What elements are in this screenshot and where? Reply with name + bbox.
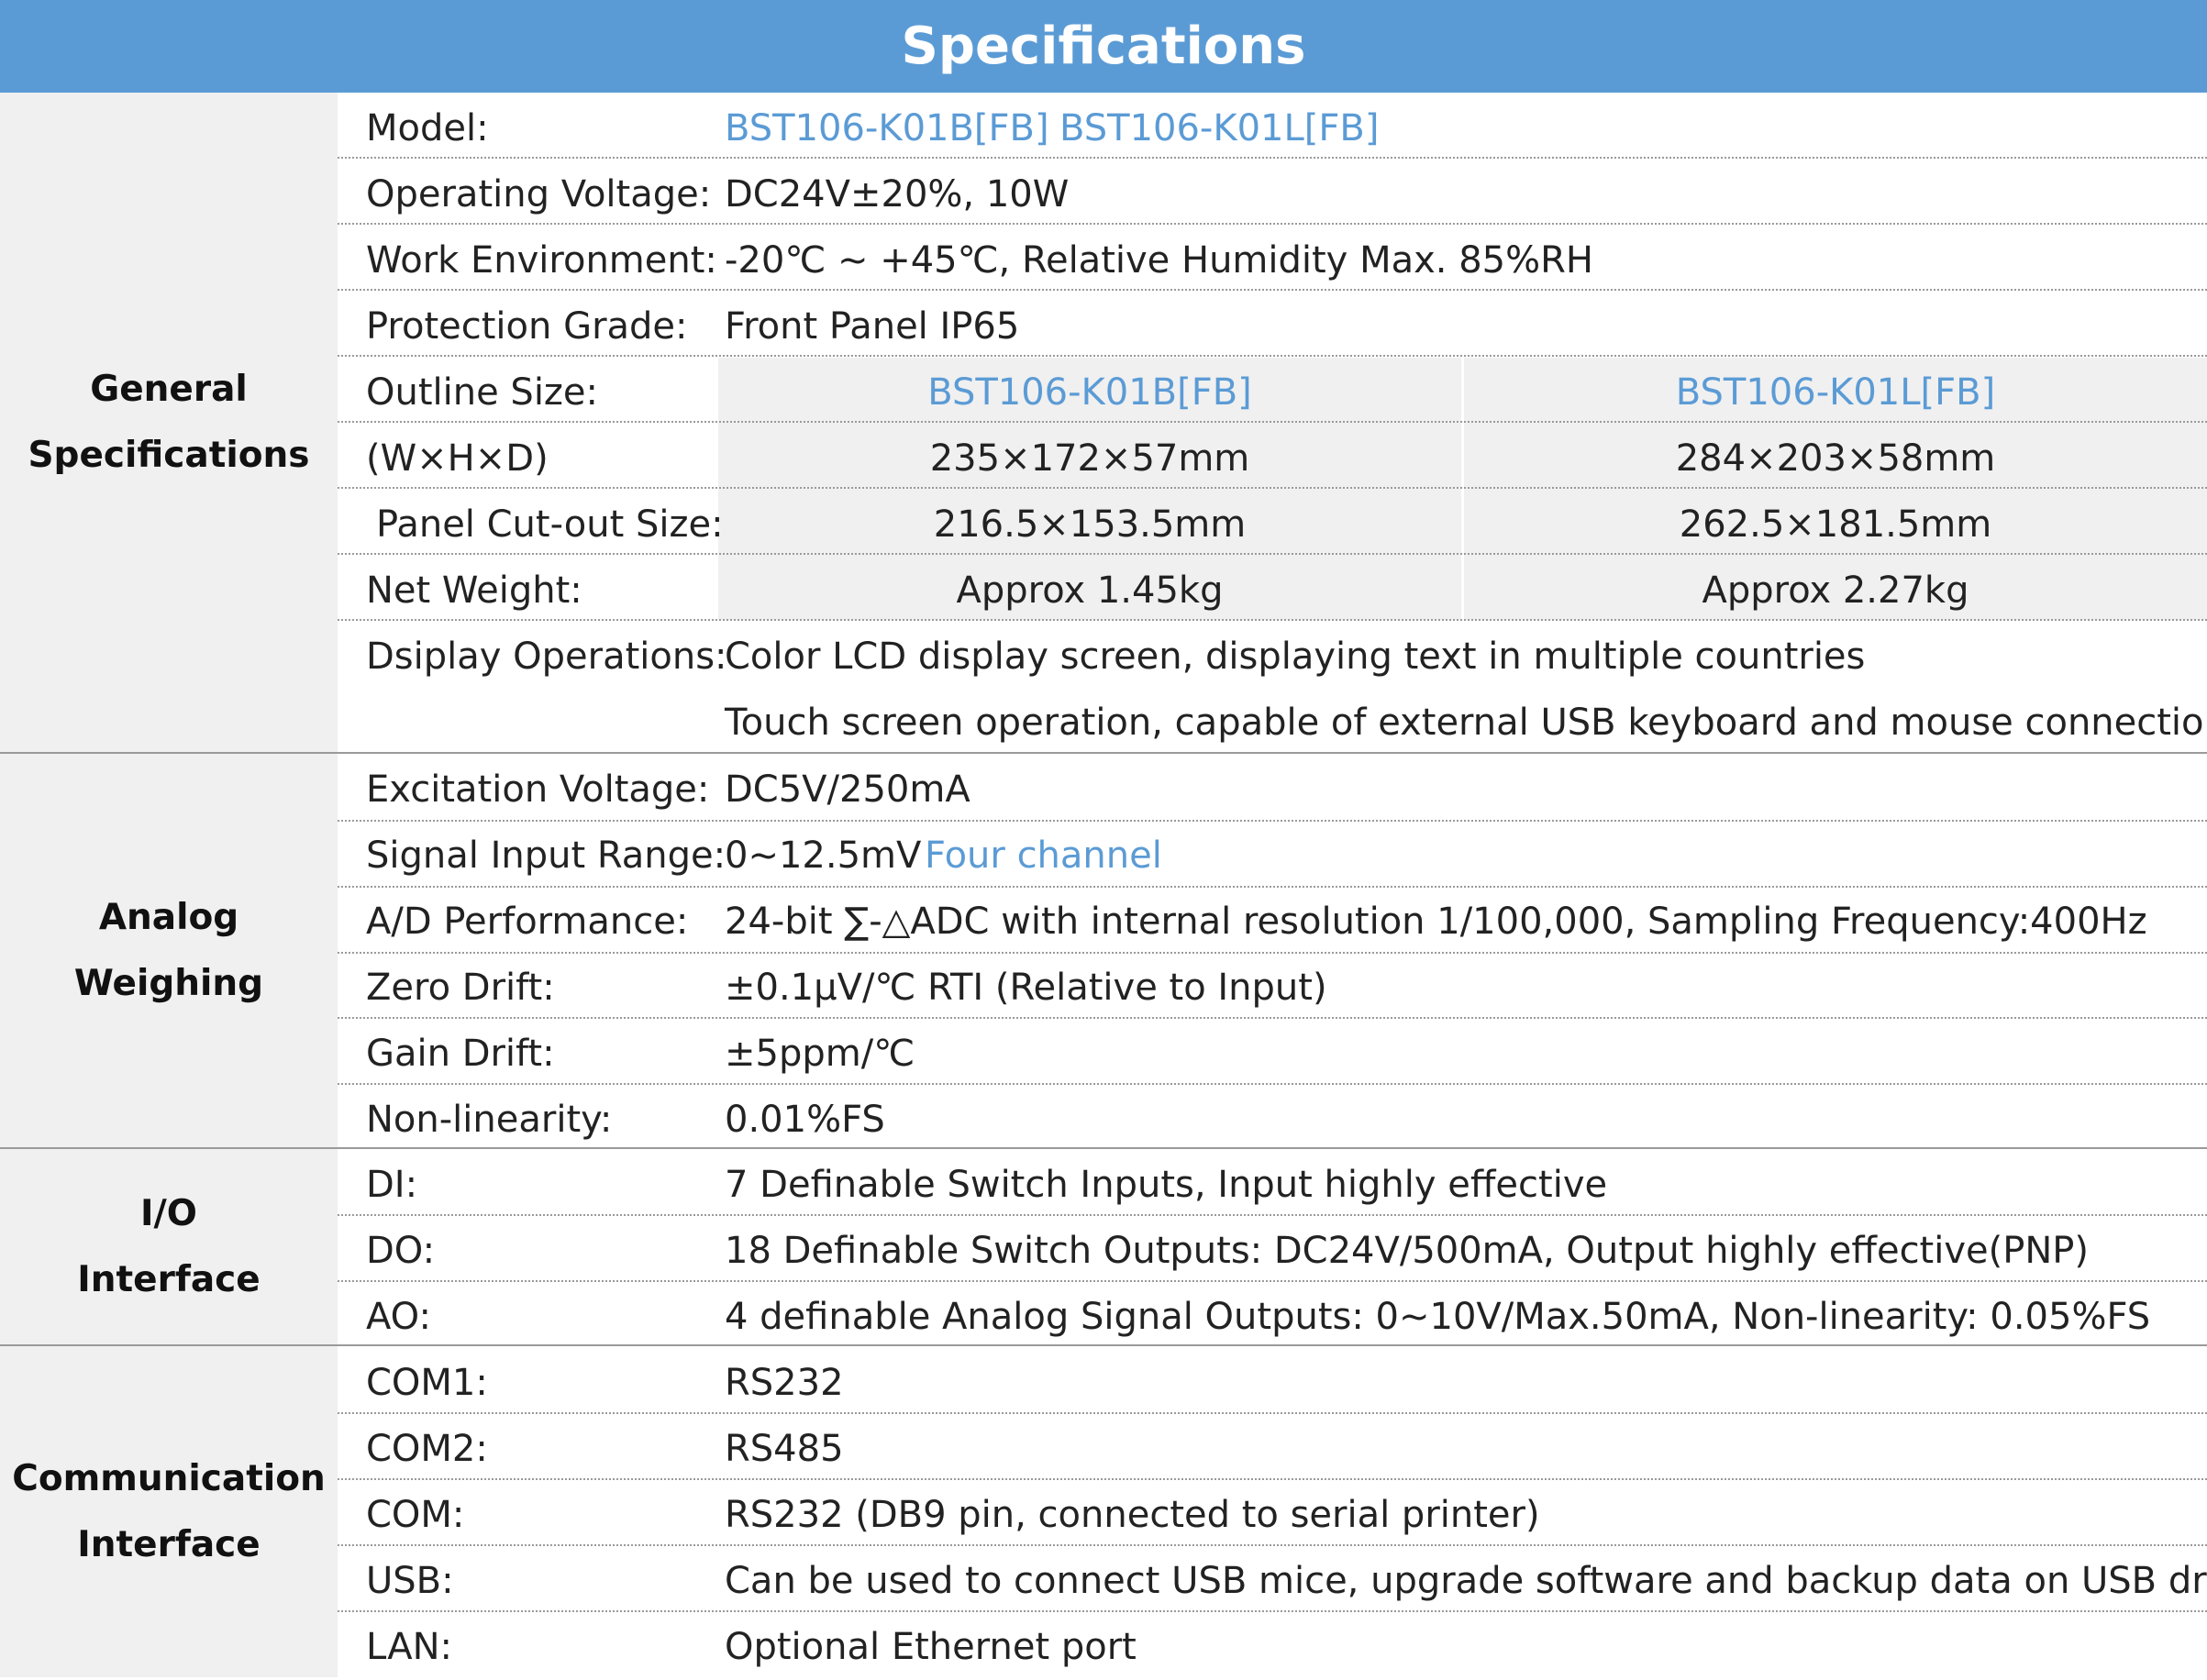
ad-label: A/D Performance: xyxy=(366,901,689,943)
excitation-label: Excitation Voltage: xyxy=(366,768,710,811)
com2-value: RS485 xyxy=(725,1428,844,1470)
com-label: COM: xyxy=(366,1494,465,1536)
com2-label: COM2: xyxy=(366,1428,488,1470)
nonlinearity-value: 0.01%FS xyxy=(725,1099,885,1141)
row-separator xyxy=(338,1083,2207,1085)
outline-head-a: BST106-K01B[FB] xyxy=(927,371,1252,414)
gain-drift-label: Gain Drift: xyxy=(366,1033,555,1075)
group-io: I/O Interface xyxy=(0,1149,338,1345)
di-value: 7 Definable Switch Inputs, Input highly … xyxy=(725,1164,1608,1206)
excitation-value: DC5V/250mA xyxy=(725,768,970,811)
cutout-value-b: 262.5×181.5mm xyxy=(1679,503,1992,546)
lan-value: Optional Ethernet port xyxy=(725,1626,1137,1668)
lan-label: LAN: xyxy=(366,1626,452,1668)
group-label: General Specifications xyxy=(28,369,310,476)
ao-label: AO: xyxy=(366,1296,431,1338)
display-label: Dsiplay Operations: xyxy=(366,636,727,678)
whd-value-a: 235×172×57mm xyxy=(929,437,1250,480)
group-general: General Specifications xyxy=(0,93,338,753)
environment-label: Work Environment: xyxy=(366,239,717,282)
signal-channel: Four channel xyxy=(925,834,1162,877)
voltage-label: Operating Voltage: xyxy=(366,173,712,216)
outline-head-b: BST106-K01L[FB] xyxy=(1675,371,1996,414)
zero-drift-label: Zero Drift: xyxy=(366,967,555,1009)
signal-label: Signal Input Range: xyxy=(366,834,726,877)
row-separator xyxy=(338,1478,2207,1480)
cutout-value-a: 216.5×153.5mm xyxy=(933,503,1247,546)
model-value-b: BST106-K01L[FB] xyxy=(1059,107,1380,149)
group-label: Communication Interface xyxy=(12,1457,326,1565)
ao-value: 4 definable Analog Signal Outputs: 0~10V… xyxy=(725,1296,2151,1338)
com-value: RS232 (DB9 pin, connected to serial prin… xyxy=(725,1494,1540,1536)
weight-value-b: Approx 2.27kg xyxy=(1702,569,1969,612)
model-value-a: BST106-K01B[FB] xyxy=(725,107,1049,149)
display-value-line2: Touch screen operation, capable of exter… xyxy=(725,702,2207,744)
nonlinearity-label: Non-linearity: xyxy=(366,1099,613,1141)
group-label: I/O Interface xyxy=(77,1193,261,1300)
group-label: Analog Weighing xyxy=(73,897,264,1004)
environment-value: -20℃ ~ +45℃, Relative Humidity Max. 85%R… xyxy=(725,239,1593,282)
zero-drift-value: ±0.1μV/℃ RTI (Relative to Input) xyxy=(725,967,1327,1009)
com1-value: RS232 xyxy=(725,1362,844,1404)
do-value: 18 Definable Switch Outputs: DC24V/500mA… xyxy=(725,1230,2090,1272)
gain-drift-value: ±5ppm/℃ xyxy=(725,1033,915,1075)
usb-value: Can be used to connect USB mice, upgrade… xyxy=(725,1560,2207,1602)
usb-label: USB: xyxy=(366,1560,454,1602)
weight-value-a: Approx 1.45kg xyxy=(956,569,1224,612)
row-separator xyxy=(338,1412,2207,1414)
do-label: DO: xyxy=(366,1230,436,1272)
whd-label: (W×H×D) xyxy=(366,437,549,480)
cutout-label: Panel Cut-out Size: xyxy=(376,503,724,546)
di-label: DI: xyxy=(366,1164,418,1206)
page-title: Specifications xyxy=(0,0,2207,93)
display-value-line1: Color LCD display screen, displaying tex… xyxy=(725,636,1866,678)
weight-label: Net Weight: xyxy=(366,569,582,612)
ad-value: 24-bit ∑-△ADC with internal resolution 1… xyxy=(725,901,2147,943)
outline-size-label: Outline Size: xyxy=(366,371,599,414)
protection-value: Front Panel IP65 xyxy=(725,305,1020,348)
model-label: Model: xyxy=(366,107,489,149)
whd-value-b: 284×203×58mm xyxy=(1675,437,1996,480)
group-divider xyxy=(0,1147,2207,1149)
com1-label: COM1: xyxy=(366,1362,488,1404)
protection-label: Protection Grade: xyxy=(366,305,688,348)
group-analog: Analog Weighing xyxy=(0,754,338,1148)
signal-value: 0~12.5mV xyxy=(725,834,922,877)
voltage-value: DC24V±20%, 10W xyxy=(725,173,1070,216)
group-comm: Communication Interface xyxy=(0,1346,338,1677)
